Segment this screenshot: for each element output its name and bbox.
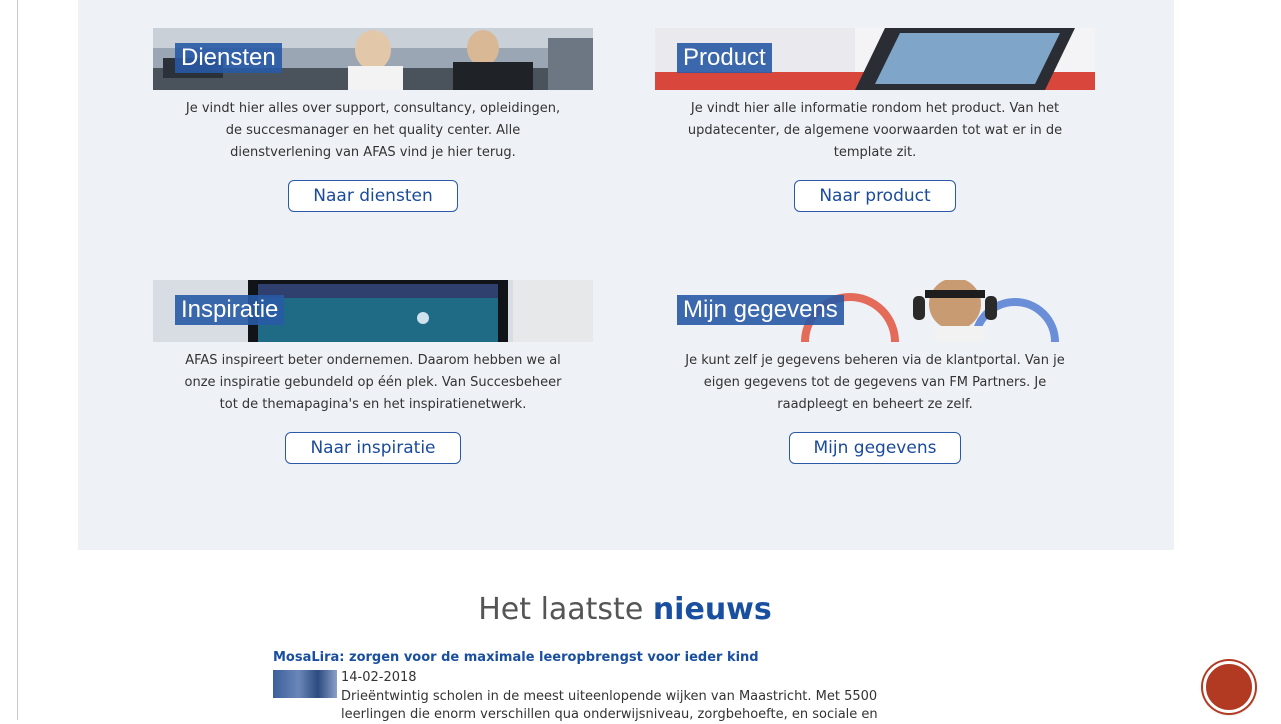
inspiratie-description: AFAS inspireert beter ondernemen. Daarom… [184, 353, 562, 412]
naar-diensten-button[interactable]: Naar diensten [288, 180, 458, 212]
naar-product-button[interactable]: Naar product [794, 180, 956, 212]
product-label: Product [677, 43, 772, 73]
product-banner-image: Product [655, 28, 1095, 90]
inspiratie-label: Inspiratie [175, 295, 285, 325]
diensten-banner-image: Diensten [153, 28, 593, 90]
card-diensten: Diensten Je vindt hier alles over suppor… [153, 28, 593, 212]
article-excerpt: Drieëntwintig scholen in de meest uiteen… [341, 689, 878, 722]
diensten-description: Je vindt hier alles over support, consul… [185, 101, 561, 160]
article-date: 14-02-2018 [341, 670, 417, 685]
mijn-gegevens-description: Je kunt zelf je gegevens beheren via de … [685, 353, 1065, 412]
card-product: Product Je vindt hier alle informatie ro… [655, 28, 1095, 212]
news-heading-prefix: Het laatste [478, 592, 644, 627]
news-heading-emphasis: nieuws [652, 592, 772, 627]
slide-nav-button[interactable] [1203, 661, 1255, 713]
mijn-gegevens-label: Mijn gegevens [677, 295, 844, 325]
card-mijn-gegevens: Mijn gegevens Je kunt zelf je gegevens b… [655, 280, 1095, 464]
diensten-label: Diensten [175, 43, 282, 73]
card-inspiratie: Inspiratie AFAS inspireert beter onderne… [153, 280, 593, 464]
news-heading: Het laatste nieuws [0, 592, 1250, 627]
article-thumbnail[interactable] [273, 670, 337, 698]
inspiratie-banner-image: Inspiratie [153, 280, 593, 342]
naar-inspiratie-button[interactable]: Naar inspiratie [285, 432, 461, 464]
mijn-gegevens-button[interactable]: Mijn gegevens [788, 432, 962, 464]
product-description: Je vindt hier alle informatie rondom het… [687, 101, 1063, 160]
mijn-gegevens-banner-image: Mijn gegevens [655, 280, 1095, 342]
article-headline-link[interactable]: MosaLira: zorgen voor de maximale leerop… [273, 650, 759, 665]
